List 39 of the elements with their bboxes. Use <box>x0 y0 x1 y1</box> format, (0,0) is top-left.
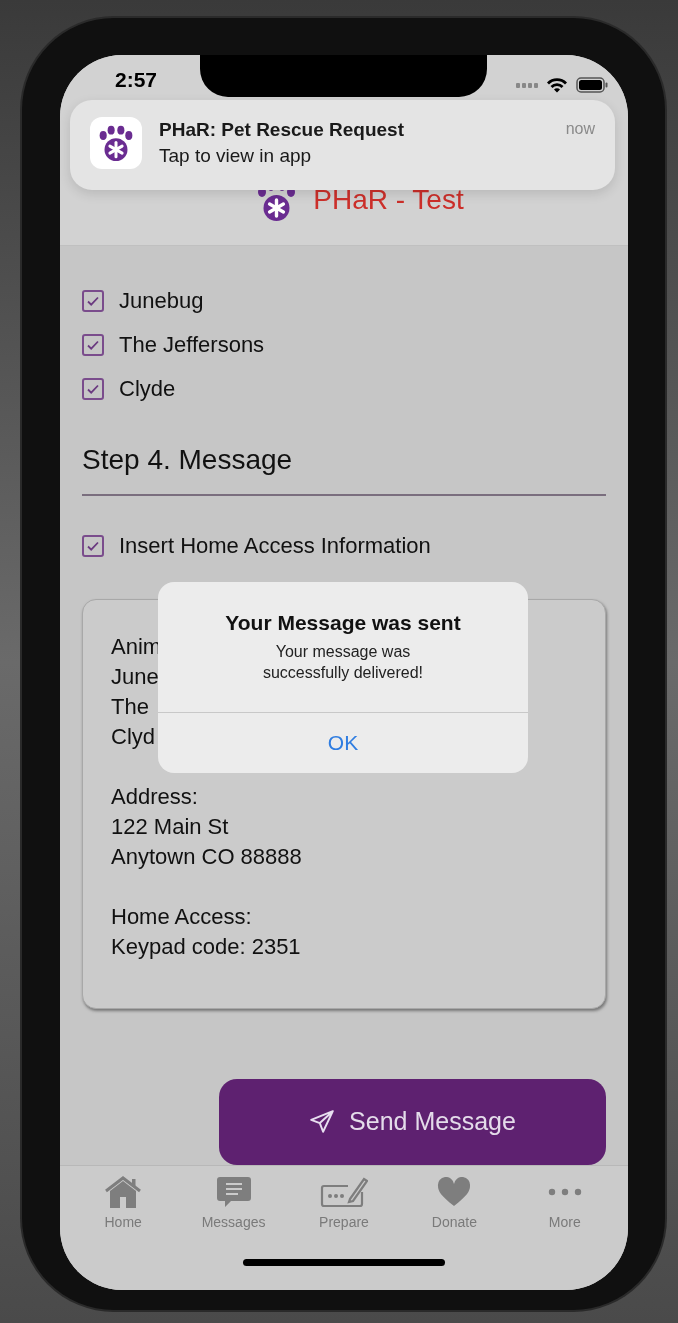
message-line: Anytown CO 88888 <box>111 842 302 871</box>
more-dots-icon <box>547 1187 582 1196</box>
message-line: Keypad code: 2351 <box>111 932 301 961</box>
tab-bar-item[interactable]: Donate <box>404 1165 505 1244</box>
message-line: 122 Main St <box>111 812 229 841</box>
heart-icon <box>437 1176 472 1207</box>
message-line: June <box>111 662 159 691</box>
checkbox-label: The Jeffersons <box>119 331 265 358</box>
notification-title: PHaR: Pet Rescue Request <box>159 119 405 141</box>
section-heading: Step 4. Message <box>82 443 294 476</box>
send-message-button[interactable]: Send Message <box>219 1078 606 1165</box>
checkbox-label: Junebug <box>119 287 204 314</box>
status-time: 2:57 <box>115 68 158 92</box>
notification-body: Tap to view in app <box>159 145 313 167</box>
message-line: Clyd <box>111 722 155 751</box>
wifi-icon <box>546 77 568 93</box>
message-line: Address: <box>111 782 198 811</box>
ok-button[interactable]: OK <box>317 727 369 759</box>
checkbox[interactable] <box>82 289 104 312</box>
signal-icon <box>516 81 538 89</box>
tab-bar-item[interactable]: Messages <box>183 1165 284 1244</box>
home-icon <box>103 1174 144 1209</box>
alert-message: Your message was successfully delivered! <box>261 642 425 683</box>
tab-bar-item[interactable]: Home <box>73 1165 174 1244</box>
checkbox[interactable] <box>82 534 104 557</box>
notification-time: now <box>565 120 595 138</box>
send-icon <box>309 1108 336 1135</box>
alert-title: Your Message was sent <box>225 611 461 635</box>
tab-bar-item[interactable]: More <box>514 1165 615 1244</box>
checkbox[interactable] <box>82 377 104 400</box>
checkbox-label: Insert Home Access Information <box>119 532 431 559</box>
message-line: Home Access: <box>111 902 252 931</box>
message-line: The <box>111 692 149 721</box>
chat-bubble-icon <box>215 1174 252 1209</box>
checkbox[interactable] <box>82 333 104 356</box>
notification-banner[interactable]: PHaR: Pet Rescue Request Tap to view in app now <box>70 100 615 190</box>
battery-icon <box>576 77 608 93</box>
tab-bar-item[interactable]: Prepare <box>293 1165 394 1244</box>
checkbox-label: Clyde <box>119 375 176 402</box>
